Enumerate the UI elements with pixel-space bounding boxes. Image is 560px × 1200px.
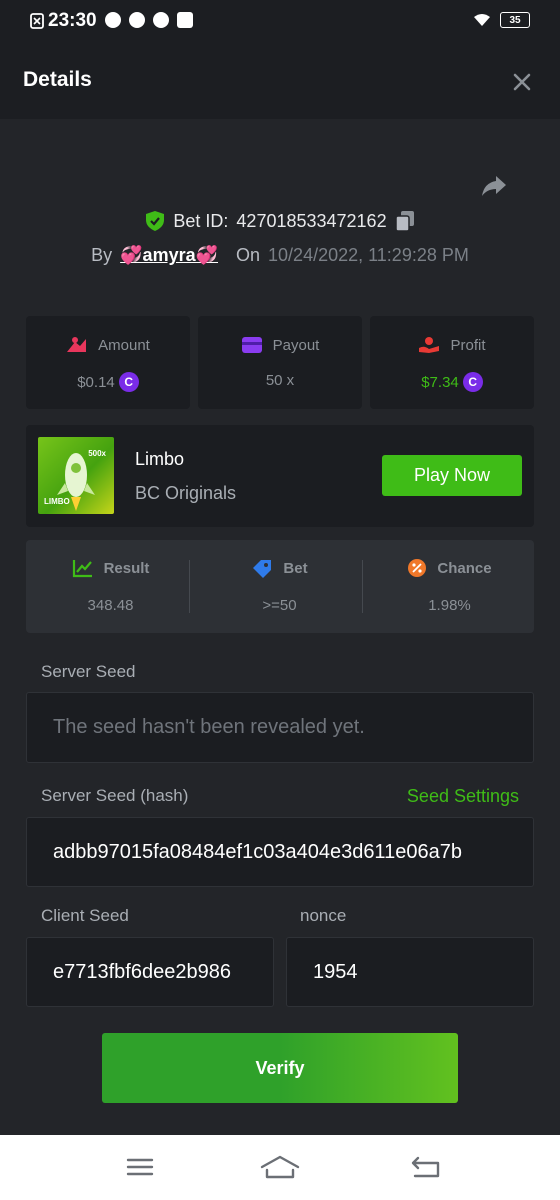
amount-card: Amount $0.14 C (26, 316, 190, 409)
wifi-icon (474, 14, 490, 26)
game-card: 500x LIMBO Limbo BC Originals Play Now (26, 425, 534, 527)
nonce-field[interactable]: 1954 (286, 937, 534, 1007)
bet-id-row: Bet ID: 427018533472162 (0, 210, 560, 232)
tiktok-icon (129, 12, 145, 28)
home-icon[interactable] (260, 1153, 300, 1181)
on-label: On (236, 245, 261, 265)
page-title: Details (23, 68, 92, 91)
game-provider: BC Originals (135, 483, 237, 503)
chart-icon (72, 560, 92, 578)
battery-icon: 35 (500, 12, 530, 28)
chance-column: Chance 1.98% (365, 540, 534, 633)
menu-icon[interactable] (124, 1153, 156, 1181)
back-icon[interactable] (410, 1153, 442, 1181)
mail-icon (177, 12, 193, 28)
profit-card: Profit $7.34 C (370, 316, 534, 409)
profit-icon (419, 337, 440, 353)
server-seed-hash-field[interactable]: adbb97015fa08484ef1c03a404e3d611e06a7b (26, 817, 534, 887)
shield-check-icon (146, 211, 165, 231)
results-card: Result 348.48 Bet >=50 Chance 1.98% (26, 540, 534, 633)
sim-icon (30, 13, 44, 29)
close-icon[interactable] (510, 70, 534, 94)
user-link[interactable]: 💞amyra💞 (120, 245, 218, 266)
client-seed-label: Client Seed (41, 906, 129, 925)
bet-id-value: 427018533472162 (236, 210, 387, 231)
status-bar: 23:30 35 (0, 0, 560, 44)
tag-icon (253, 560, 272, 578)
server-seed-field[interactable]: The seed hasn't been revealed yet. (26, 692, 534, 763)
wallet-icon (241, 337, 262, 353)
bet-column: Bet >=50 (195, 540, 364, 633)
status-time: 23:30 (30, 10, 97, 32)
divider (189, 560, 190, 613)
game-thumbnail[interactable]: 500x LIMBO (38, 437, 114, 514)
server-seed-hash-label: Server Seed (hash) (41, 786, 189, 805)
client-seed-field[interactable]: e7713fbf6dee2b986 (26, 937, 274, 1007)
divider (362, 560, 363, 613)
bet-id-label: Bet ID: (173, 210, 229, 231)
share-icon[interactable] (480, 172, 508, 200)
status-right: 35 (472, 12, 530, 28)
nonce-label: nonce (300, 906, 347, 925)
percent-icon (408, 559, 427, 577)
app-icon (153, 12, 169, 28)
header: Details (0, 44, 560, 119)
coin-icon: C (118, 372, 139, 392)
bet-date: 10/24/2022, 11:29:28 PM (268, 245, 469, 265)
by-label: By (91, 245, 113, 265)
server-seed-label: Server Seed (41, 662, 136, 681)
copy-icon[interactable] (394, 210, 415, 232)
play-now-button[interactable]: Play Now (382, 455, 522, 496)
amount-icon (67, 337, 87, 352)
system-nav-bar (0, 1135, 560, 1200)
verify-button[interactable]: Verify (102, 1033, 458, 1103)
by-row: By 💞amyra💞 On 10/24/2022, 11:29:28 PM (0, 245, 560, 266)
payout-card: Payout 50 x (198, 316, 362, 409)
game-name: Limbo (135, 449, 185, 469)
coin-icon: C (462, 372, 483, 392)
seed-settings-link[interactable]: Seed Settings (407, 786, 519, 807)
notification-icons (105, 12, 193, 28)
result-column: Result 348.48 (26, 540, 195, 633)
telegram-icon (105, 12, 121, 28)
